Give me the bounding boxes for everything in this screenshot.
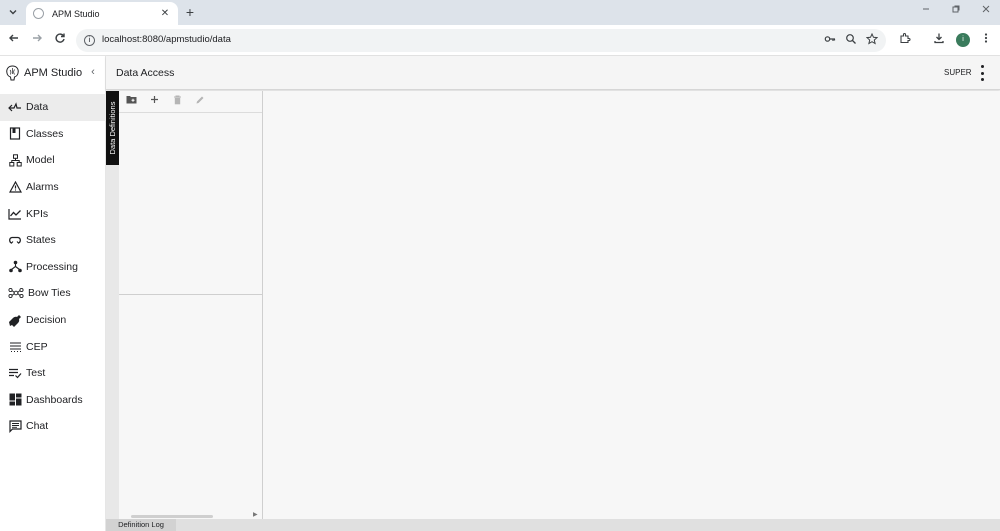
download-icon[interactable] <box>931 32 947 48</box>
sidebar-item-chat[interactable]: Chat <box>0 413 106 440</box>
forward-arrow-icon[interactable] <box>29 32 45 48</box>
bookmark-star-icon[interactable] <box>865 32 879 47</box>
sidebar-item-label: Data <box>26 101 49 114</box>
tab-data-definitions[interactable]: Data Definitions <box>106 91 119 165</box>
definitions-toolbar <box>119 91 262 113</box>
back-arrow-icon[interactable] <box>6 32 22 48</box>
sidebar-item-label: Classes <box>26 127 64 140</box>
sidebar-item-processing[interactable]: Processing <box>0 254 106 281</box>
restore-icon[interactable] <box>948 4 964 20</box>
apm-logo-icon <box>5 65 20 81</box>
sidebar-item-states[interactable]: States <box>0 227 106 254</box>
kpis-icon <box>8 207 22 221</box>
sidebar-item-decision[interactable]: Decision <box>0 307 106 334</box>
test-icon <box>8 366 22 380</box>
sidebar-item-label: Processing <box>26 260 78 273</box>
brand-name: APM Studio <box>24 67 83 79</box>
sidebar-item-test[interactable]: Test <box>0 360 106 387</box>
sidebar-item-dashboards[interactable]: Dashboards <box>0 387 106 414</box>
sidebar-item-data[interactable]: Data <box>0 94 106 121</box>
main-content <box>263 91 1000 519</box>
page-title: Data Access <box>116 67 175 79</box>
definitions-panel: ▶ <box>119 91 263 519</box>
sidebar-item-cep[interactable]: CEP <box>0 333 106 360</box>
zoom-icon[interactable] <box>844 33 858 47</box>
bow-ties-icon <box>8 286 24 300</box>
sidebar-item-label: Dashboards <box>26 393 83 406</box>
sidebar-item-label: CEP <box>26 340 48 353</box>
tab-title: APM Studio <box>52 8 100 19</box>
tab-close-icon[interactable]: ✕ <box>158 7 172 21</box>
tab-definition-log[interactable]: Definition Log <box>106 519 176 531</box>
sidebar-item-label: Alarms <box>26 181 59 194</box>
address-bar[interactable]: i localhost:8080/apmstudio/data <box>76 29 886 52</box>
sidebar-nav: Data Classes Model Alarms KPIs States Pr… <box>0 94 106 440</box>
new-folder-icon[interactable] <box>124 95 138 109</box>
add-icon[interactable] <box>147 95 161 109</box>
tab-data-definitions-label: Data Definitions <box>108 101 117 155</box>
sidebar-item-label: Test <box>26 367 46 380</box>
cep-icon <box>8 340 22 354</box>
more-vert-icon[interactable] <box>978 65 986 81</box>
model-icon <box>8 153 22 167</box>
site-info-icon[interactable]: i <box>84 35 95 46</box>
decision-icon <box>8 313 22 328</box>
password-key-icon[interactable] <box>823 33 837 47</box>
browser-menu-icon[interactable] <box>978 32 994 48</box>
classes-icon <box>8 127 22 141</box>
address-url[interactable]: localhost:8080/apmstudio/data <box>102 34 231 45</box>
sidebar-item-label: Bow Ties <box>28 287 71 300</box>
tab-search-chevron-icon[interactable] <box>4 3 22 21</box>
delete-icon[interactable] <box>170 95 184 109</box>
edit-icon[interactable] <box>193 95 207 109</box>
bottom-tab-bar: Definition Log <box>106 519 1000 531</box>
sidebar-item-classes[interactable]: Classes <box>0 121 106 148</box>
sidebar-item-label: Chat <box>26 420 49 433</box>
browser-tab-strip: APM Studio ✕ + <box>0 0 1000 25</box>
states-icon <box>8 233 22 247</box>
sidebar: APM Studio ‹ Data Classes Model Alarms K… <box>0 56 106 531</box>
chat-icon <box>8 419 22 433</box>
app-header: Data Access SUPER <box>106 56 1000 90</box>
processing-icon <box>8 260 22 274</box>
data-icon <box>8 100 22 114</box>
dashboards-icon <box>8 393 22 407</box>
reload-icon[interactable] <box>52 32 68 48</box>
minimize-icon[interactable] <box>918 4 934 20</box>
browser-tab[interactable]: APM Studio ✕ <box>26 2 178 25</box>
app-root: APM Studio ‹ Data Classes Model Alarms K… <box>0 56 1000 531</box>
tab-favicon-icon <box>33 8 44 19</box>
sidebar-item-bow-ties[interactable]: Bow Ties <box>0 280 106 307</box>
collapse-sidebar-icon[interactable]: ‹ <box>86 65 100 79</box>
sidebar-item-kpis[interactable]: KPIs <box>0 200 106 227</box>
extensions-icon[interactable] <box>897 32 913 48</box>
close-icon[interactable] <box>978 4 994 20</box>
alarms-icon <box>8 180 22 194</box>
horizontal-scrollbar[interactable] <box>131 515 213 518</box>
user-name[interactable]: SUPER <box>944 68 972 77</box>
sidebar-item-alarms[interactable]: Alarms <box>0 174 106 201</box>
sidebar-item-label: Decision <box>26 314 67 327</box>
browser-toolbar: i localhost:8080/apmstudio/data i <box>0 25 1000 56</box>
definitions-tree[interactable] <box>119 114 262 295</box>
sidebar-item-model[interactable]: Model <box>0 147 106 174</box>
new-tab-button[interactable]: + <box>181 3 199 21</box>
sidebar-item-label: Model <box>26 154 55 167</box>
scroll-right-icon[interactable]: ▶ <box>253 511 258 518</box>
profile-avatar[interactable]: i <box>956 33 970 47</box>
sidebar-item-label: KPIs <box>26 207 49 220</box>
sidebar-item-label: States <box>26 234 56 247</box>
